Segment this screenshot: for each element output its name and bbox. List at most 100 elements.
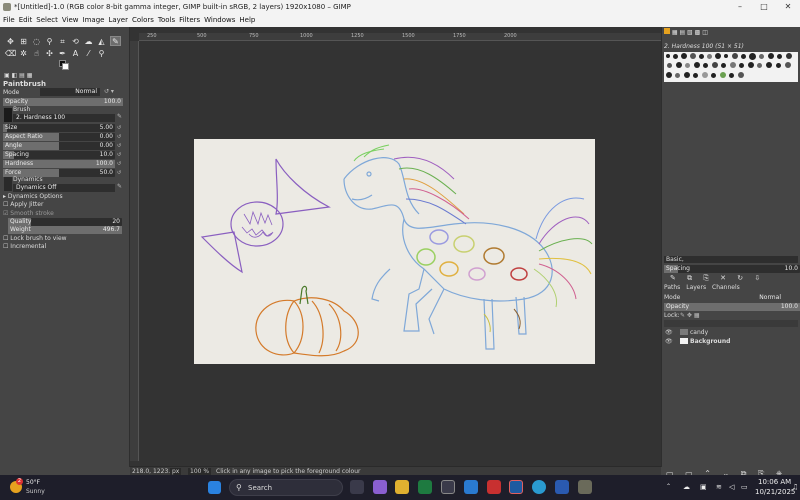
word-icon[interactable] (555, 480, 569, 494)
lasso-tool-icon[interactable]: ◌ (31, 37, 42, 47)
copilot-icon[interactable] (373, 480, 387, 494)
tool-options-tabs[interactable]: ▣ ◧ ▤ ▦ (4, 72, 46, 79)
menu-filters[interactable]: Filters (176, 14, 201, 24)
dynamics-field[interactable]: Dynamics Off (13, 184, 115, 192)
layers-tabs[interactable]: Paths Layers Channels (664, 284, 798, 292)
weight-slider[interactable]: Weight 496.7 (8, 226, 122, 234)
layers-mode-dropdown[interactable]: Normal (700, 294, 784, 302)
close-button[interactable]: ✕ (776, 0, 800, 14)
wifi-icon[interactable]: ≋ (716, 483, 722, 491)
move-tool-icon[interactable]: ✥ (5, 37, 16, 47)
aspect-ratio-slider[interactable]: Aspect Ratio 0.00 (3, 133, 115, 141)
text-tool-icon[interactable]: A (70, 49, 81, 59)
brush-tag-field[interactable]: Basic, (664, 256, 798, 263)
onedrive-icon[interactable]: ☁ (683, 483, 690, 491)
warp-transform-icon[interactable]: ☁ (83, 37, 94, 47)
color-picker-icon[interactable]: ⁄ (83, 49, 94, 59)
unified-transform-icon[interactable]: ⟲ (70, 37, 81, 47)
crop-tool-icon[interactable]: ⌗ (57, 37, 68, 47)
tray-app-icon[interactable]: ▣ (700, 483, 707, 491)
start-button-icon[interactable] (208, 481, 221, 494)
minimize-button[interactable]: – (728, 0, 752, 14)
smooth-stroke-checkbox[interactable]: ☑ Smooth stroke (3, 210, 123, 218)
menu-file[interactable]: File (0, 14, 16, 24)
brushes-tab-row[interactable]: ▦ ▤ ▧ ▩ ◫ (664, 28, 798, 36)
edge-icon[interactable] (532, 480, 546, 494)
menu-colors[interactable]: Colors (129, 14, 155, 24)
brush-spacing-slider[interactable]: Spacing 10.0 (664, 265, 800, 273)
align-tool-icon[interactable]: ⊞ (18, 37, 29, 47)
store-icon[interactable] (464, 480, 478, 494)
dodge-burn-icon[interactable]: ✣ (44, 49, 55, 59)
spacing-slider[interactable]: Spacing 10.0 (3, 151, 115, 159)
layer-filter-row[interactable] (664, 320, 798, 327)
maximize-button[interactable]: □ (752, 0, 776, 14)
brush-name-field[interactable]: 2. Hardness 100 (13, 114, 115, 122)
menu-tools[interactable]: Tools (155, 14, 176, 24)
brush-edit-icon[interactable]: ✎ (117, 113, 122, 120)
menu-image[interactable]: Image (80, 14, 106, 24)
menu-help[interactable]: Help (236, 14, 256, 24)
hardness-slider[interactable]: Hardness 100.0 (3, 160, 115, 168)
brush-grid[interactable] (664, 52, 798, 82)
incremental-checkbox[interactable]: ☐ Incremental (3, 243, 123, 251)
layer-row-candy[interactable]: 👁 candy (664, 328, 798, 337)
volume-icon[interactable]: ◁ (729, 483, 734, 491)
menu-select[interactable]: Select (33, 14, 59, 24)
clone-tool-icon[interactable]: ✲ (18, 49, 29, 59)
apply-jitter-checkbox[interactable]: ☐ Apply Jitter (3, 201, 123, 209)
background-color-swatch[interactable] (62, 63, 69, 70)
menu-windows[interactable]: Windows (201, 14, 236, 24)
opacity-slider[interactable]: Opacity 100.0 (3, 98, 123, 106)
tab-layers[interactable]: Layers (686, 284, 706, 291)
outlook-icon[interactable] (509, 480, 523, 494)
brush-tab-icon[interactable] (664, 28, 670, 34)
task-view-icon[interactable] (350, 480, 364, 494)
weather-desc[interactable]: Sunny (26, 488, 45, 495)
acrobat-icon[interactable] (487, 480, 501, 494)
unit-dropdown[interactable]: px (170, 468, 182, 475)
tab-channels[interactable]: Channels (712, 284, 740, 291)
gimp-taskbar-icon[interactable] (578, 480, 592, 494)
bucket-fill-icon[interactable]: ◭ (96, 37, 107, 47)
eye-icon[interactable]: 👁 (665, 329, 673, 336)
layer-row-background[interactable]: 👁 Background (664, 337, 798, 346)
quality-slider[interactable]: Quality 20 (8, 218, 122, 226)
mode-dropdown[interactable]: Normal (40, 88, 100, 96)
zoom-dropdown[interactable]: 100 % (188, 468, 212, 475)
brush-preview-icon[interactable] (4, 108, 12, 122)
calculator-icon[interactable] (441, 480, 455, 494)
eraser-tool-icon[interactable]: ⌫ (5, 49, 16, 59)
paths-tool-icon[interactable]: ✒ (57, 49, 68, 59)
file-explorer-icon[interactable] (395, 480, 409, 494)
image-canvas[interactable] (194, 139, 595, 364)
tab-paths[interactable]: Paths (664, 284, 680, 291)
clock-date[interactable]: 10/21/2025 (755, 488, 795, 496)
lock-icons[interactable]: ✎ ✥ ▦ (680, 312, 700, 319)
angle-slider[interactable]: Angle 0.00 (3, 142, 115, 150)
zoom-tool-icon[interactable]: ⚲ (96, 49, 107, 59)
dynamics-options-expander[interactable]: ▸ Dynamics Options (3, 193, 123, 201)
paintbrush-tool-icon[interactable]: ✎ (110, 36, 121, 46)
layers-opacity-slider[interactable]: Opacity 100.0 (664, 303, 800, 311)
menu-view[interactable]: View (59, 14, 80, 24)
dynamics-edit-icon[interactable]: ✎ (117, 183, 122, 190)
fuzzy-select-icon[interactable]: ⚲ (44, 37, 55, 47)
tray-chevron-icon[interactable]: ⌃ (666, 483, 671, 490)
dynamics-preview-icon[interactable] (4, 177, 12, 191)
battery-icon[interactable]: ▭ (741, 483, 748, 491)
eye-icon[interactable]: 👁 (665, 338, 673, 345)
menu-edit[interactable]: Edit (16, 14, 34, 24)
mode-reset-icon[interactable]: ↺ ▾ (104, 88, 114, 95)
brush-actions-row[interactable]: ✎ ⧉ ⎘ ✕ ↻ ⇩ (670, 274, 798, 283)
smudge-tool-icon[interactable]: ☝ (31, 49, 42, 59)
excel-icon[interactable] (418, 480, 432, 494)
slider-reset-icons[interactable]: ↺ ↺ ↺ ↺ ↺ ↺ (117, 124, 121, 178)
notification-bell-icon[interactable]: ♫ (792, 483, 798, 491)
menu-layer[interactable]: Layer (105, 14, 129, 24)
weather-temp[interactable]: 50°F (26, 479, 40, 486)
taskbar-search[interactable]: ⚲ Search (229, 479, 343, 496)
lock-brush-checkbox[interactable]: ☐ Lock brush to view (3, 235, 123, 243)
size-slider[interactable]: Size 5.00 (3, 124, 115, 132)
clock-time[interactable]: 10:06 AM (758, 478, 791, 486)
